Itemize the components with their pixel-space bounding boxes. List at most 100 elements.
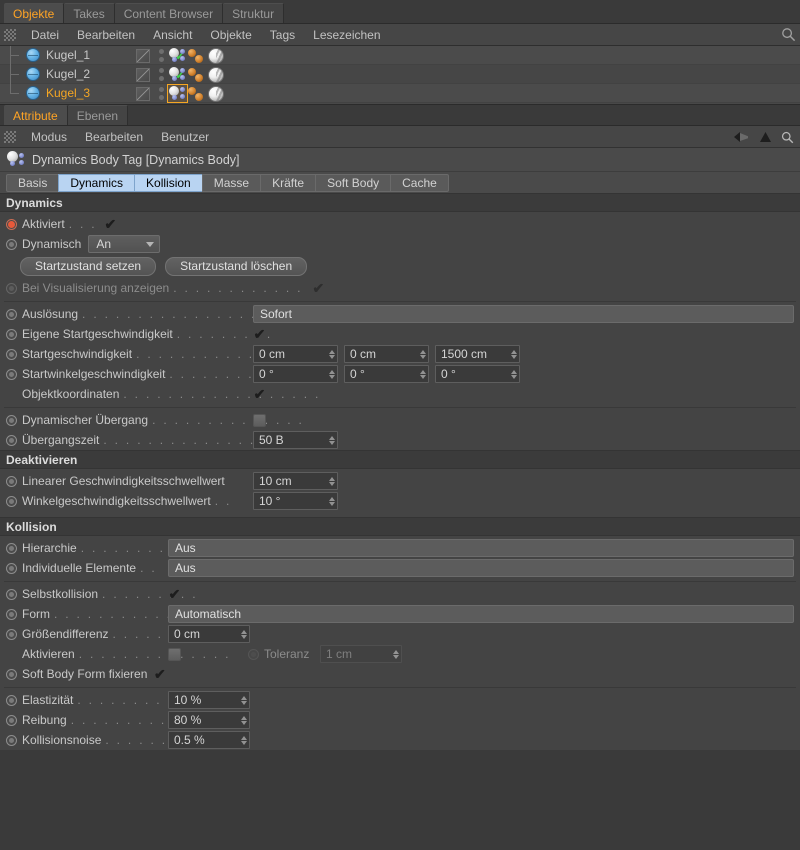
numeric-field-x[interactable]: 0 cm: [253, 345, 338, 363]
stepper-icon[interactable]: [241, 696, 247, 705]
checkbox-selbstkollision[interactable]: ✔: [168, 588, 181, 601]
visibility-box-icon[interactable]: [133, 65, 152, 84]
stepper-icon[interactable]: [241, 716, 247, 725]
animation-track-icon[interactable]: [6, 609, 17, 620]
menu-ansicht[interactable]: Ansicht: [144, 24, 201, 46]
subtab-kraefte[interactable]: Kräfte: [260, 174, 315, 192]
animation-track-icon[interactable]: [6, 629, 17, 640]
menu-tags[interactable]: Tags: [261, 24, 304, 46]
animation-track-icon[interactable]: [6, 239, 17, 250]
numeric-field-elastizitaet[interactable]: 10 %: [168, 691, 250, 709]
stepper-icon[interactable]: [241, 736, 247, 745]
sphere-object-icon[interactable]: [26, 86, 40, 100]
animation-track-icon[interactable]: [6, 543, 17, 554]
numeric-field-kollisionsnoise[interactable]: 0.5 %: [168, 731, 250, 749]
stepper-icon[interactable]: [420, 350, 426, 359]
connector-tag-icon[interactable]: [187, 85, 206, 102]
stepper-icon[interactable]: [393, 650, 399, 659]
drag-grip-icon[interactable]: [4, 131, 16, 143]
material-tag-icon[interactable]: [206, 47, 225, 64]
drag-grip-icon[interactable]: [4, 29, 16, 41]
tab-struktur[interactable]: Struktur: [223, 3, 284, 23]
numeric-field-toleranz[interactable]: 1 cm: [320, 645, 402, 663]
subtab-basis[interactable]: Basis: [6, 174, 58, 192]
menu-objekte[interactable]: Objekte: [201, 24, 260, 46]
animation-track-icon[interactable]: [6, 715, 17, 726]
sphere-object-icon[interactable]: [26, 67, 40, 81]
back-arrow-icon[interactable]: [733, 131, 750, 143]
object-row-kugel-2[interactable]: Kugel_2 ✓: [0, 65, 800, 84]
visibility-box-icon[interactable]: [133, 84, 152, 103]
object-name[interactable]: Kugel_1: [46, 48, 90, 62]
checkbox-eigene-startgeschwindigkeit[interactable]: ✔: [253, 328, 266, 341]
tab-objekte[interactable]: Objekte: [4, 3, 64, 23]
menu-bearbeiten[interactable]: Bearbeiten: [76, 126, 152, 148]
numeric-field-groessendifferenz[interactable]: 0 cm: [168, 625, 250, 643]
numeric-field-linearer-schwellwert[interactable]: 10 cm: [253, 472, 338, 490]
animation-track-icon[interactable]: [6, 309, 17, 320]
tab-takes[interactable]: Takes: [64, 3, 114, 23]
dropdown-ausloesung[interactable]: Sofort: [253, 305, 794, 323]
up-arrow-icon[interactable]: [759, 131, 772, 143]
subtab-dynamics[interactable]: Dynamics: [58, 174, 134, 192]
stepper-icon[interactable]: [329, 497, 335, 506]
stepper-icon[interactable]: [329, 350, 335, 359]
animation-track-icon[interactable]: [6, 369, 17, 380]
numeric-field-winkel-schwellwert[interactable]: 10 °: [253, 492, 338, 510]
checkbox-aktiviert[interactable]: ✔: [104, 218, 117, 231]
subtab-cache[interactable]: Cache: [390, 174, 449, 192]
material-tag-icon[interactable]: [206, 85, 225, 102]
connector-tag-icon[interactable]: [187, 66, 206, 83]
tab-attribute[interactable]: Attribute: [4, 105, 68, 125]
animation-track-icon[interactable]: [6, 589, 17, 600]
menu-bearbeiten[interactable]: Bearbeiten: [68, 24, 144, 46]
dropdown-dynamisch[interactable]: An: [88, 235, 160, 253]
visibility-box-icon[interactable]: [133, 46, 152, 65]
object-name[interactable]: Kugel_2: [46, 67, 90, 81]
stepper-icon[interactable]: [329, 370, 335, 379]
animation-track-icon[interactable]: [248, 649, 259, 660]
menu-modus[interactable]: Modus: [22, 126, 76, 148]
stepper-icon[interactable]: [329, 436, 335, 445]
dynamics-body-tag-icon[interactable]: [168, 66, 187, 83]
numeric-field-z[interactable]: 1500 cm: [435, 345, 520, 363]
search-icon[interactable]: [781, 131, 794, 144]
animation-track-icon[interactable]: [6, 563, 17, 574]
animation-track-icon[interactable]: [6, 219, 17, 230]
menu-datei[interactable]: Datei: [22, 24, 68, 46]
dropdown-form[interactable]: Automatisch: [168, 605, 794, 623]
stepper-icon[interactable]: [511, 350, 517, 359]
checkbox-dynamischer-uebergang[interactable]: [253, 414, 266, 427]
numeric-field-y[interactable]: 0 cm: [344, 345, 429, 363]
object-row-kugel-1[interactable]: Kugel_1 ✓: [0, 46, 800, 65]
subtab-soft-body[interactable]: Soft Body: [315, 174, 390, 192]
stepper-icon[interactable]: [420, 370, 426, 379]
animation-track-icon[interactable]: [6, 329, 17, 340]
menu-benutzer[interactable]: Benutzer: [152, 126, 218, 148]
stepper-icon[interactable]: [241, 630, 247, 639]
object-row-kugel-3[interactable]: Kugel_3 ✓: [0, 84, 800, 103]
tab-content-browser[interactable]: Content Browser: [115, 3, 223, 23]
clear-initial-state-button[interactable]: Startzustand löschen: [165, 257, 307, 276]
dropdown-individuelle-elemente[interactable]: Aus: [168, 559, 794, 577]
checkbox-objektkoordinaten[interactable]: ✔: [253, 388, 266, 401]
numeric-field-p[interactable]: 0 °: [344, 365, 429, 383]
dynamics-body-tag-icon[interactable]: [168, 85, 187, 102]
numeric-field-reibung[interactable]: 80 %: [168, 711, 250, 729]
dynamics-body-tag-icon[interactable]: [168, 47, 187, 64]
animation-track-icon[interactable]: [6, 435, 17, 446]
dropdown-hierarchie[interactable]: Aus: [168, 539, 794, 557]
animation-track-icon[interactable]: [6, 476, 17, 487]
numeric-field-uebergangszeit[interactable]: 50 B: [253, 431, 338, 449]
animation-track-icon[interactable]: [6, 496, 17, 507]
stepper-icon[interactable]: [511, 370, 517, 379]
numeric-field-h[interactable]: 0 °: [253, 365, 338, 383]
checkbox-soft-body-form-fixieren[interactable]: ✔: [153, 668, 166, 681]
numeric-field-b[interactable]: 0 °: [435, 365, 520, 383]
subtab-kollision[interactable]: Kollision: [134, 174, 202, 192]
animation-track-icon[interactable]: [6, 669, 17, 680]
subtab-masse[interactable]: Masse: [202, 174, 260, 192]
animation-track-icon[interactable]: [6, 283, 17, 294]
animation-track-icon[interactable]: [6, 695, 17, 706]
animation-track-icon[interactable]: [6, 735, 17, 746]
